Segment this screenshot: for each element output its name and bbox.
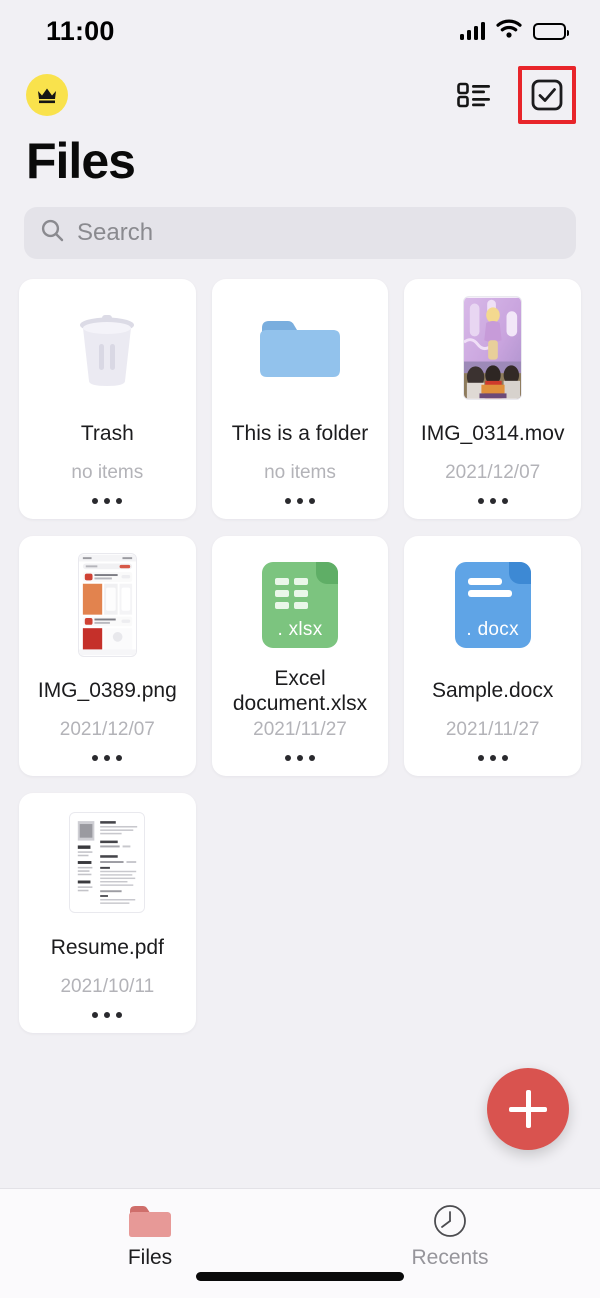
file-card-image[interactable]: IMG_0389.png 2021/12/07 bbox=[19, 536, 196, 776]
status-icons bbox=[460, 19, 567, 43]
file-card-folder[interactable]: This is a folder no items bbox=[212, 279, 389, 519]
file-name: This is a folder bbox=[230, 409, 371, 460]
clock-tab-icon bbox=[430, 1203, 470, 1239]
file-meta: 2021/12/07 bbox=[60, 719, 155, 741]
file-card-video[interactable]: IMG_0314.mov 2021/12/07 bbox=[404, 279, 581, 519]
file-meta: 2021/12/07 bbox=[445, 462, 540, 484]
battery-icon bbox=[533, 23, 566, 40]
search-section bbox=[0, 189, 600, 259]
select-mode-button[interactable] bbox=[518, 66, 576, 124]
file-card-trash[interactable]: Trash no items bbox=[19, 279, 196, 519]
file-name: Sample.docx bbox=[430, 666, 555, 717]
file-meta: 2021/11/27 bbox=[253, 719, 347, 741]
status-bar: 11:00 bbox=[0, 0, 600, 62]
page-title: Files bbox=[0, 128, 600, 189]
file-extension-label: . xlsx bbox=[277, 619, 322, 641]
file-meta: 2021/10/11 bbox=[60, 976, 154, 998]
status-time: 11:00 bbox=[46, 16, 115, 47]
tab-label: Files bbox=[128, 1246, 172, 1270]
page-fold-corner bbox=[509, 562, 531, 584]
file-name: Excel document.xlsx bbox=[220, 666, 381, 717]
file-card-xlsx[interactable]: . xlsx Excel document.xlsx 2021/11/27 bbox=[212, 536, 389, 776]
file-grid: Trash no items This is a folder no items bbox=[0, 259, 600, 1188]
more-options-icon[interactable] bbox=[77, 748, 137, 768]
page-fold-corner bbox=[316, 562, 338, 584]
premium-crown-badge[interactable] bbox=[26, 74, 68, 116]
search-icon bbox=[40, 218, 65, 248]
search-input[interactable] bbox=[77, 219, 560, 247]
cellular-signal-icon bbox=[460, 22, 486, 40]
file-name: IMG_0389.png bbox=[36, 666, 179, 717]
xlsx-file-icon: . xlsx bbox=[262, 562, 338, 648]
file-name: Trash bbox=[79, 409, 136, 460]
file-name: Resume.pdf bbox=[49, 923, 166, 974]
file-extension-label: . docx bbox=[466, 619, 519, 641]
bottom-tab-bar: Files Recents bbox=[0, 1188, 600, 1298]
more-options-icon[interactable] bbox=[270, 491, 330, 511]
file-card-pdf[interactable]: Resume.pdf 2021/10/11 bbox=[19, 793, 196, 1033]
file-meta: 2021/11/27 bbox=[446, 719, 540, 741]
more-options-icon[interactable] bbox=[77, 1005, 137, 1025]
spreadsheet-grid-glyph bbox=[275, 578, 308, 609]
folder-icon bbox=[220, 293, 381, 403]
image-thumbnail bbox=[27, 550, 188, 660]
list-view-icon bbox=[457, 80, 491, 110]
tab-files[interactable]: Files bbox=[0, 1203, 300, 1270]
folder-tab-icon bbox=[128, 1203, 172, 1239]
document-lines-glyph bbox=[468, 578, 512, 597]
file-name: IMG_0314.mov bbox=[419, 409, 567, 460]
app-header bbox=[0, 62, 600, 128]
tab-recents[interactable]: Recents bbox=[300, 1203, 600, 1270]
file-meta: no items bbox=[71, 462, 143, 484]
add-file-button[interactable] bbox=[487, 1068, 569, 1150]
crown-icon bbox=[36, 85, 58, 105]
more-options-icon[interactable] bbox=[77, 491, 137, 511]
more-options-icon[interactable] bbox=[463, 748, 523, 768]
file-card-docx[interactable]: . docx Sample.docx 2021/11/27 bbox=[404, 536, 581, 776]
search-bar[interactable] bbox=[24, 207, 576, 259]
tab-label: Recents bbox=[411, 1246, 488, 1270]
more-options-icon[interactable] bbox=[463, 491, 523, 511]
files-app-screen: 11:00 bbox=[0, 0, 600, 1298]
docx-file-icon: . docx bbox=[455, 562, 531, 648]
list-view-button[interactable] bbox=[448, 69, 500, 121]
file-meta: no items bbox=[264, 462, 336, 484]
checkbox-select-icon bbox=[530, 78, 564, 112]
video-thumbnail bbox=[412, 293, 573, 403]
pdf-document-thumbnail bbox=[27, 807, 188, 917]
more-options-icon[interactable] bbox=[270, 748, 330, 768]
home-indicator bbox=[196, 1272, 404, 1281]
trash-icon bbox=[27, 293, 188, 403]
header-actions bbox=[448, 66, 576, 124]
wifi-icon bbox=[496, 19, 522, 43]
